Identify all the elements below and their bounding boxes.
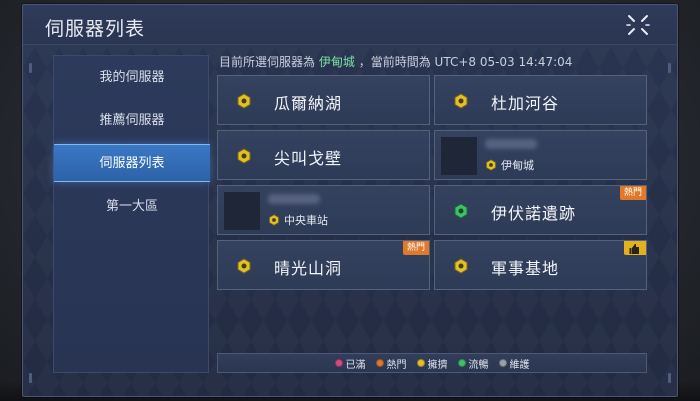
hex-status-icon (454, 258, 468, 274)
legend-label: 維護 (509, 359, 530, 371)
status-legend: 已滿 熱門 擁擠 流暢 維護 (217, 353, 647, 373)
legend-item-full: 已滿 (334, 356, 366, 371)
close-icon (626, 15, 650, 35)
legend-item-crowded: 擁擠 (416, 356, 448, 371)
current-time: UTC+8 05-03 14:47:04 (434, 55, 573, 69)
server-card[interactable]: 伊伏諾遺跡 熱門 (434, 185, 647, 235)
server-card[interactable]: 杜加河谷 (434, 75, 647, 125)
maintenance-status-dot (498, 359, 507, 367)
edge-mark-right-bottom (668, 373, 671, 383)
sidebar-item-label: 推薦伺服器 (99, 113, 165, 128)
server-name: 伊甸城 (501, 159, 534, 172)
character-avatar (224, 192, 260, 230)
window-title: 伺服器列表 (45, 18, 146, 40)
legend-item-maintenance: 維護 (498, 356, 530, 371)
smooth-status-dot (457, 359, 466, 367)
legend-label: 已滿 (345, 359, 366, 371)
server-subrow: 中央車站 (268, 212, 328, 228)
server-name: 尖叫戈壁 (274, 149, 343, 168)
edge-mark-right (668, 63, 671, 73)
sidebar-item-label: 伺服器列表 (99, 156, 165, 171)
legend-label: 熱門 (386, 359, 407, 371)
edge-mark-left (29, 63, 32, 73)
sidebar-item-server-list[interactable]: 伺服器列表 (54, 144, 210, 182)
edge-mark-left-bottom (29, 373, 32, 383)
hot-status-dot (375, 359, 384, 367)
hex-status-icon (269, 214, 279, 226)
server-name: 晴光山洞 (274, 259, 343, 278)
hot-badge: 熱門 (619, 186, 646, 200)
server-name: 伊伏諾遺跡 (491, 204, 577, 223)
legend-label: 擁擠 (427, 359, 448, 371)
sidebar-item-region-one[interactable]: 第一大區 (54, 188, 210, 226)
legend-item-hot: 熱門 (375, 356, 407, 371)
current-server-name: 伊甸城 (318, 55, 355, 69)
server-name: 軍事基地 (491, 259, 560, 278)
selected-server-status: 目前所選伺服器為 伊甸城 ，當前時間為 UTC+8 05-03 14:47:04 (219, 53, 572, 70)
hex-status-icon (454, 203, 468, 219)
title-bar: 伺服器列表 (23, 5, 677, 45)
character-avatar (441, 137, 477, 175)
server-name: 瓜爾納湖 (274, 94, 343, 113)
sidebar-item-my-servers[interactable]: 我的伺服器 (54, 59, 210, 97)
server-name: 中央車站 (284, 214, 328, 227)
hex-status-icon (454, 93, 468, 109)
sidebar-item-label: 第一大區 (105, 199, 158, 214)
thumbs-up-icon (629, 244, 639, 254)
character-name-blurred (485, 139, 537, 149)
server-card-with-character[interactable]: 中央車站 (217, 185, 430, 235)
server-card[interactable]: 瓜爾納湖 (217, 75, 430, 125)
hex-status-icon (237, 93, 251, 109)
hex-status-icon (237, 258, 251, 274)
server-card[interactable]: 晴光山洞 熱門 (217, 240, 430, 290)
like-badge (624, 241, 646, 255)
character-name-blurred (268, 194, 320, 204)
status-middle: ，當前時間為 (358, 55, 431, 69)
status-prefix: 目前所選伺服器為 (219, 55, 316, 69)
legend-label: 流暢 (468, 359, 489, 371)
server-card-with-character[interactable]: 伊甸城 (434, 130, 647, 180)
sidebar-item-recommended[interactable]: 推薦伺服器 (54, 102, 210, 140)
crowded-status-dot (416, 359, 425, 367)
server-list-window: 伺服器列表 我的伺服器 推薦伺服器 伺服器列表 第一大區 目前所選伺服器為 伊甸… (22, 4, 678, 397)
hex-status-icon (237, 148, 251, 164)
server-card[interactable]: 尖叫戈壁 (217, 130, 430, 180)
legend-item-smooth: 流暢 (457, 356, 489, 371)
server-name: 杜加河谷 (491, 94, 560, 113)
close-button[interactable] (625, 12, 651, 38)
sidebar-item-label: 我的伺服器 (99, 70, 165, 85)
hex-status-icon (486, 159, 496, 171)
sidebar: 我的伺服器 推薦伺服器 伺服器列表 第一大區 (53, 55, 210, 373)
server-card[interactable]: 軍事基地 (434, 240, 647, 290)
full-status-dot (334, 359, 343, 367)
server-subrow: 伊甸城 (485, 157, 534, 173)
hot-badge: 熱門 (402, 241, 429, 255)
